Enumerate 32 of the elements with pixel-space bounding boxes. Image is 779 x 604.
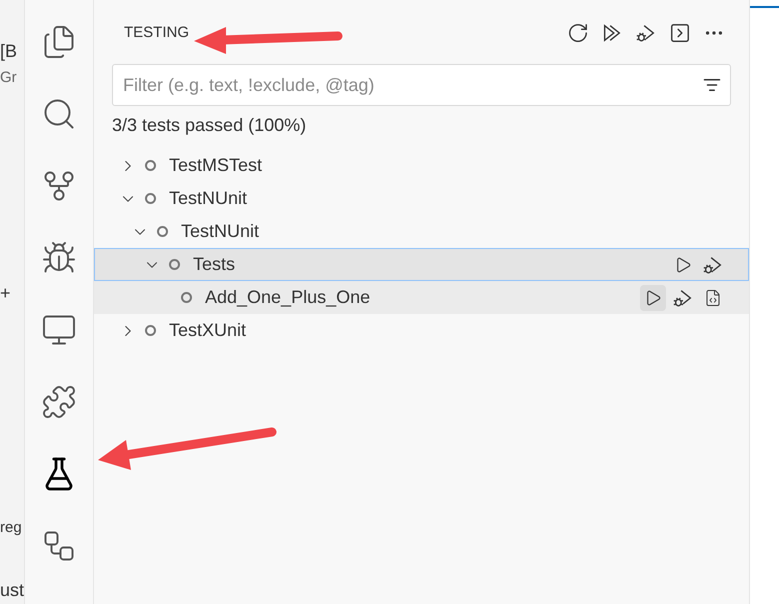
test-label: Tests [193, 253, 236, 276]
status-icon [169, 259, 180, 270]
status-icon [145, 160, 156, 171]
status-icon [145, 325, 156, 336]
terminal-icon[interactable] [669, 22, 691, 44]
tree-row[interactable]: TestMSTest [94, 149, 749, 182]
panel-title: TESTING [124, 22, 190, 43]
tree-row[interactable]: TestXUnit [94, 314, 749, 347]
tree-row[interactable]: Add_One_Plus_One [94, 281, 749, 314]
status-icon [181, 292, 192, 303]
test-label: TestNUnit [169, 187, 248, 210]
filter-field[interactable]: Filter (e.g. text, !exclude, @tag) [112, 64, 731, 106]
test-label: TestXUnit [169, 319, 246, 342]
tree-row[interactable]: TestNUnit [94, 215, 749, 248]
run-all-icon[interactable] [601, 22, 623, 44]
window-text: ust [0, 579, 24, 602]
tree-row[interactable]: TestNUnit [94, 182, 749, 215]
tree-row[interactable]: Tests [94, 248, 749, 281]
test-label: TestMSTest [169, 154, 262, 177]
status-icon [157, 226, 168, 237]
extensions-icon[interactable] [41, 384, 77, 420]
test-label: TestNUnit [181, 220, 260, 243]
test-summary: 3/3 tests passed (100%) [112, 114, 308, 137]
window-text: + [0, 282, 12, 304]
filter-icon[interactable] [703, 76, 721, 94]
window-text: [B [0, 40, 18, 63]
status-icon [145, 193, 156, 204]
run-icon[interactable] [640, 284, 666, 310]
test-label: Add_One_Plus_One [205, 286, 370, 309]
refresh-icon[interactable] [567, 22, 589, 44]
window-text: reg [0, 518, 23, 538]
window-text: Gr [0, 68, 18, 88]
